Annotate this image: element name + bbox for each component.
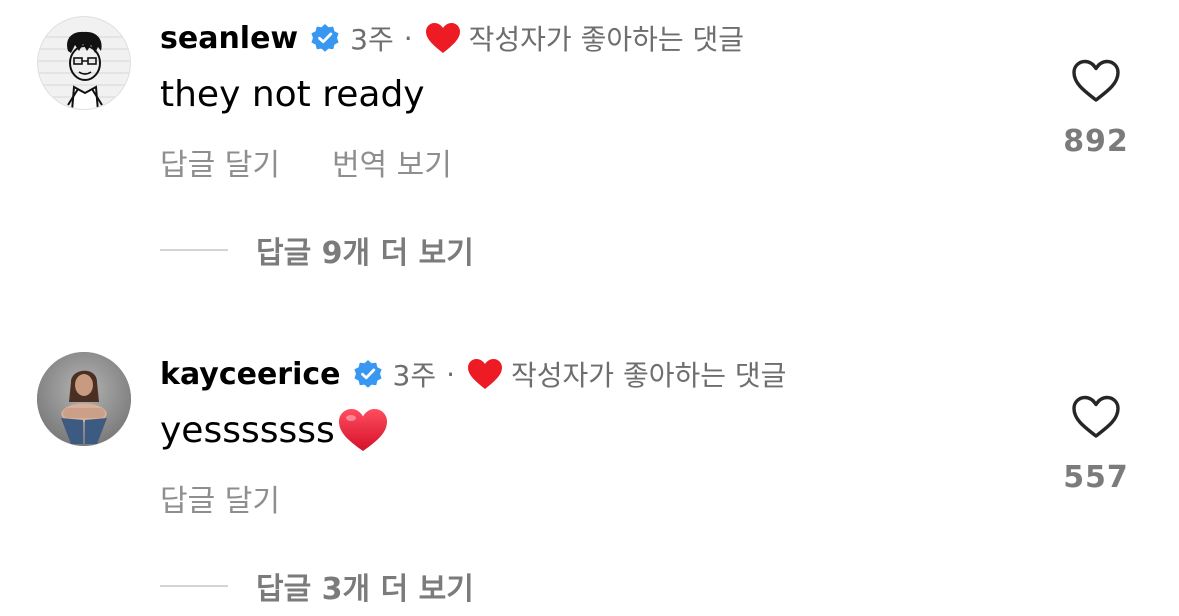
translate-button[interactable]: 번역 보기 <box>332 140 452 184</box>
view-replies-label[interactable]: 답글 9개 더 보기 <box>256 228 474 272</box>
verified-badge-icon <box>311 24 339 52</box>
view-replies[interactable]: 답글 3개 더 보기 <box>160 564 474 608</box>
comment-actions: 답글 달기 <box>160 476 280 520</box>
liked-by-author-label: 작성자가 좋아하는 댓글 <box>511 359 787 392</box>
reply-button[interactable]: 답글 달기 <box>160 476 280 520</box>
comment-text: they not ready <box>160 70 425 118</box>
comment-time: 3주 <box>350 23 394 56</box>
red-heart-emoji-icon <box>338 409 387 451</box>
heart-icon <box>425 23 460 53</box>
comment-time: 3주 <box>392 359 437 392</box>
view-replies-label[interactable]: 답글 3개 더 보기 <box>256 564 474 608</box>
reply-button[interactable]: 답글 달기 <box>160 140 280 184</box>
heart-outline-icon[interactable] <box>1071 394 1121 440</box>
comment-actions: 답글 달기 번역 보기 <box>160 140 452 184</box>
replies-divider <box>160 249 228 251</box>
line-drawing-portrait-icon <box>38 31 130 109</box>
like-column: 557 <box>1060 394 1132 495</box>
like-count: 892 <box>1063 124 1129 159</box>
comment-text: yesssssss <box>160 404 389 456</box>
comment-header: kayceerice 3주 · 작성자가 좋아하는 댓글 <box>160 352 786 396</box>
comment-text-content: yesssssss <box>160 409 335 451</box>
avatar[interactable] <box>37 352 131 446</box>
avatar[interactable] <box>37 16 131 110</box>
username[interactable]: kayceerice <box>160 357 341 392</box>
view-replies[interactable]: 답글 9개 더 보기 <box>160 228 474 272</box>
liked-by-author-label: 작성자가 좋아하는 댓글 <box>468 23 745 56</box>
comment-item: kayceerice 3주 · 작성자가 좋아하는 댓글 yesssssss 답… <box>0 336 1179 616</box>
heart-icon <box>468 359 502 389</box>
comment-header: seanlew 3주 · 작성자가 좋아하는 댓글 <box>160 16 744 60</box>
like-column: 892 <box>1060 58 1132 159</box>
verified-badge-icon <box>353 360 382 388</box>
separator-dot: · <box>446 357 455 391</box>
comment-text-content: they not ready <box>160 73 425 115</box>
like-count: 557 <box>1063 460 1129 495</box>
photo-portrait-icon <box>37 352 131 446</box>
comment-item: seanlew 3주 · 작성자가 좋아하는 댓글 they not ready… <box>0 0 1179 300</box>
heart-outline-icon[interactable] <box>1071 58 1121 104</box>
replies-divider <box>160 585 228 587</box>
username[interactable]: seanlew <box>160 21 298 56</box>
separator-dot: · <box>403 21 413 55</box>
